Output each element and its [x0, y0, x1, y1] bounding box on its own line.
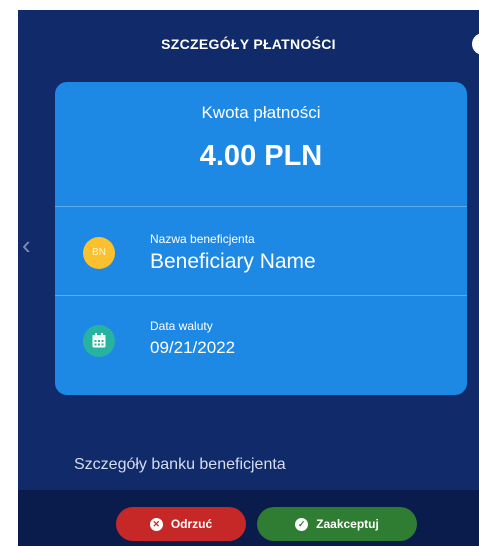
beneficiary-name: Beneficiary Name [150, 250, 316, 273]
value-date-label: Data waluty [150, 319, 213, 333]
beneficiary-avatar: BN [83, 237, 115, 269]
accept-button[interactable]: ✓ Zaakceptuj [257, 507, 417, 541]
reject-button[interactable]: ✕ Odrzuć [116, 507, 246, 541]
reject-label: Odrzuć [170, 517, 213, 531]
divider [55, 206, 467, 207]
amount-label: Kwota płatności [201, 103, 321, 122]
calendar-icon [83, 325, 115, 357]
panel-title: SZCZEGÓŁY PŁATNOŚCI [161, 36, 336, 52]
chevron-left-icon[interactable]: ‹ [22, 232, 40, 258]
payment-details-panel: SZCZEGÓŁY PŁATNOŚCI ✕ ‹ Kwota płatności … [18, 10, 479, 546]
amount-value: 4.00 PLN [199, 140, 323, 172]
value-date: 09/21/2022 [150, 338, 236, 357]
beneficiary-bank-details-link[interactable]: Szczegóły banku beneficjenta [74, 456, 286, 474]
payment-card: Kwota płatności 4.00 PLN BN Nazwa benefi… [55, 82, 467, 395]
accept-label: Zaakceptuj [316, 517, 379, 531]
beneficiary-label: Nazwa beneficjenta [150, 232, 255, 246]
action-footer: ✕ Odrzuć ✓ Zaakceptuj [18, 490, 479, 546]
check-icon: ✓ [295, 517, 309, 531]
divider [55, 295, 467, 296]
close-icon: ✕ [149, 517, 163, 531]
